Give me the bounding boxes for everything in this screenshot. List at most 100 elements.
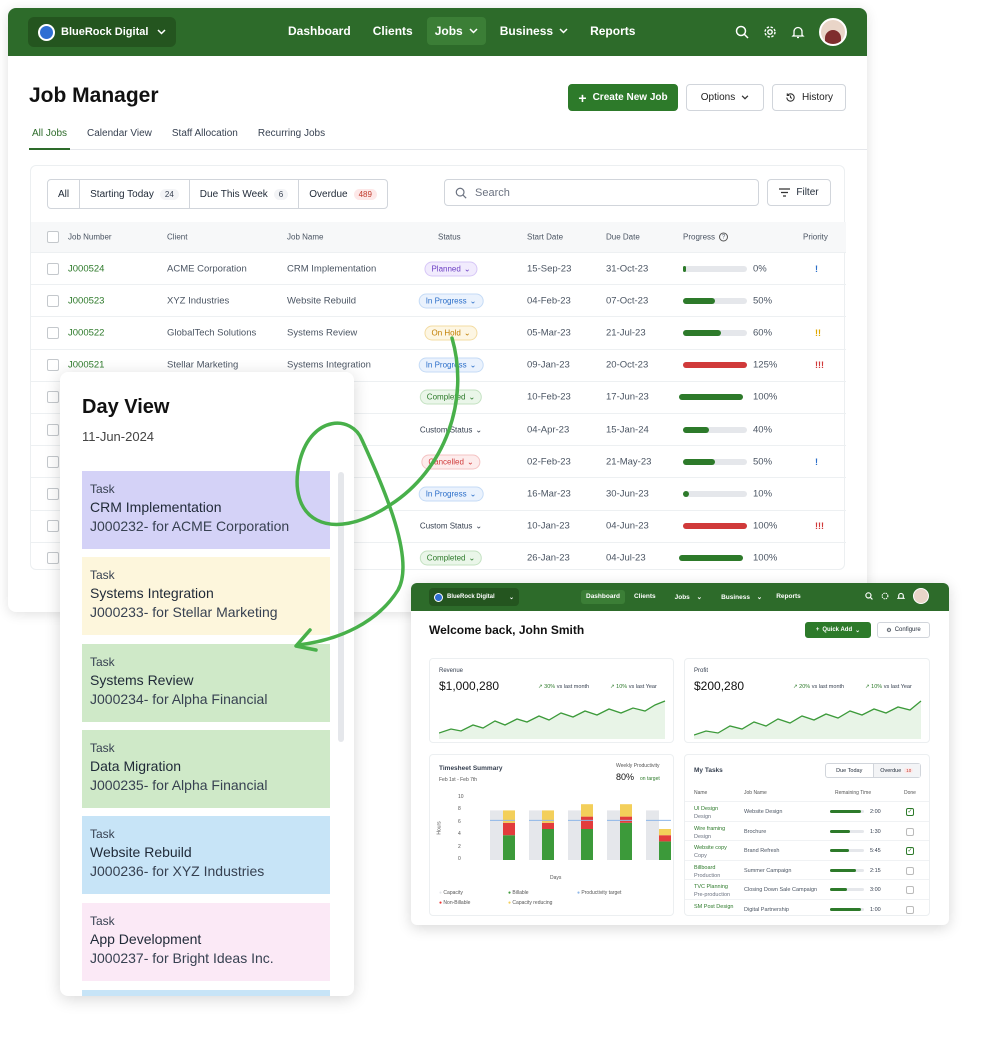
options-button[interactable]: Options (686, 84, 764, 111)
task-name[interactable]: TVC Planning Pre-production (694, 883, 730, 899)
status-dropdown[interactable]: In Progress ⌄ (418, 486, 484, 502)
nav-reports[interactable]: Reports (771, 590, 806, 604)
row-checkbox[interactable] (47, 487, 59, 500)
done-checkbox[interactable] (906, 886, 914, 895)
task-name[interactable]: SM Post Design (694, 903, 733, 911)
task-card[interactable]: Task CRM Implementation J000232- for ACM… (82, 471, 330, 549)
task-row[interactable]: TVC Planning Pre-production Closing Down … (685, 879, 929, 899)
row-checkbox[interactable] (47, 520, 59, 533)
org-switcher[interactable]: BlueRock Digital (28, 17, 176, 47)
nav-business[interactable]: Business ⌄ (711, 590, 767, 604)
task-row[interactable]: Website copy Copy Brand Refresh 5:45 ✓ (685, 840, 929, 860)
nav-reports[interactable]: Reports (582, 17, 643, 45)
row-checkbox[interactable] (47, 552, 59, 565)
status-dropdown[interactable]: On Hold ⌄ (424, 325, 478, 341)
nav-dashboard[interactable]: Dashboard (581, 590, 625, 604)
row-checkbox[interactable] (47, 359, 59, 372)
row-checkbox[interactable] (47, 294, 59, 307)
gear-icon[interactable] (881, 592, 889, 600)
task-card[interactable]: Task Website Rebuild J000236- for XYZ In… (82, 816, 330, 895)
task-card[interactable]: Task Data Migration J000235- for Alpha F… (82, 729, 330, 808)
gear-icon[interactable] (763, 25, 777, 39)
done-checkbox[interactable]: ✓ (906, 808, 914, 816)
col-start-date[interactable]: Start Date (527, 233, 563, 242)
task-row[interactable]: Billboard Production Summer Campaign 2:15 (685, 859, 929, 880)
tab-calendar-view[interactable]: Calendar View (84, 128, 155, 150)
status-dropdown[interactable]: Completed ⌄ (419, 550, 483, 566)
col-job-number[interactable]: Job Number (68, 233, 112, 242)
job-number-link[interactable]: J000524 (68, 263, 104, 274)
task-row[interactable]: SM Post Design Digital Partnership 1:00 (685, 899, 929, 915)
task-row[interactable]: UI Design Design Website Design 2:00 ✓ (685, 801, 929, 821)
day-view-panel: Day View 11-Jun-2024 Task CRM Implementa… (60, 372, 354, 996)
job-number-link[interactable]: J000523 (68, 295, 104, 306)
status-dropdown[interactable]: In Progress ⌄ (418, 293, 484, 309)
status-dropdown[interactable]: Planned ⌄ (424, 261, 478, 276)
nav-jobs[interactable]: Jobs ⌄ (665, 590, 707, 604)
task-name[interactable]: Wire framing Design (694, 825, 725, 841)
task-card-partial[interactable] (82, 990, 330, 996)
user-avatar[interactable] (913, 588, 929, 604)
org-switcher[interactable]: BlueRock Digital ⌄ (429, 588, 519, 606)
tab-all-jobs[interactable]: All Jobs (29, 128, 71, 150)
row-checkbox[interactable] (47, 391, 59, 404)
tab-recurring-jobs[interactable]: Recurring Jobs (255, 128, 328, 150)
status-dropdown[interactable]: Custom Status ⌄ (412, 422, 490, 437)
configure-button[interactable]: ⚙ Configure (877, 622, 930, 638)
task-card[interactable]: Task Systems Review J000234- for Alpha F… (82, 643, 330, 722)
bell-icon[interactable] (791, 25, 805, 39)
table-row[interactable]: J000522 GlobalTech Solutions Systems Rev… (31, 316, 846, 348)
nav-jobs[interactable]: Jobs (426, 17, 486, 45)
task-card[interactable]: Task Systems Integration J000233- for St… (82, 557, 330, 636)
col-priority[interactable]: Priority (803, 233, 828, 242)
task-card[interactable]: Task App Development J000237- for Bright… (82, 902, 330, 981)
nav-dashboard[interactable]: Dashboard (280, 17, 359, 45)
job-number-link[interactable]: J000522 (68, 327, 104, 338)
nav-clients[interactable]: Clients (629, 590, 661, 604)
user-avatar[interactable] (819, 18, 847, 46)
scrollbar[interactable] (338, 472, 344, 742)
search-icon[interactable] (735, 25, 749, 39)
tab-due-today[interactable]: Due Today (826, 764, 874, 777)
done-checkbox[interactable]: ✓ (906, 847, 914, 856)
row-checkbox[interactable] (47, 455, 59, 468)
task-name[interactable]: Billboard Production (694, 864, 720, 880)
table-row[interactable]: J000523 XYZ Industries Website Rebuild I… (31, 284, 846, 316)
history-button[interactable]: History (772, 84, 846, 111)
row-checkbox[interactable] (47, 262, 59, 275)
col-client[interactable]: Client (167, 233, 187, 242)
nav-business[interactable]: Business (492, 17, 576, 45)
quick-add-button[interactable]: + Quick Add ⌄ (805, 622, 871, 638)
search-icon[interactable] (865, 592, 873, 600)
task-row[interactable]: Wire framing Design Brochure 1:30 (685, 820, 929, 841)
table-row[interactable]: J000524 ACME Corporation CRM Implementat… (31, 252, 846, 284)
bell-icon[interactable] (897, 592, 905, 600)
tab-overdue[interactable]: Overdue 10 (873, 764, 920, 777)
task-name[interactable]: Website copy Copy (694, 844, 727, 860)
row-checkbox[interactable] (47, 326, 59, 339)
nav-clients[interactable]: Clients (365, 17, 421, 45)
col-job-name[interactable]: Job Name (287, 233, 323, 242)
status-dropdown[interactable]: Completed ⌄ (419, 389, 483, 405)
filter-button[interactable]: Filter (767, 179, 831, 206)
status-dropdown[interactable]: Cancelled ⌄ (421, 454, 481, 470)
create-new-job-button[interactable]: + Create New Job (568, 84, 678, 111)
job-number-link[interactable]: J000521 (68, 360, 104, 371)
select-all-checkbox[interactable] (47, 231, 59, 243)
done-checkbox[interactable] (906, 827, 914, 836)
tab-staff-allocation[interactable]: Staff Allocation (169, 128, 241, 150)
col-due-date[interactable]: Due Date (606, 233, 640, 242)
col-progress[interactable]: Progress? (683, 232, 729, 242)
filter-all[interactable]: All (48, 180, 81, 208)
status-dropdown[interactable]: Custom Status ⌄ (412, 518, 490, 534)
search-input[interactable]: Search (444, 179, 759, 206)
done-checkbox[interactable] (906, 866, 914, 875)
task-name[interactable]: UI Design Design (694, 805, 718, 821)
filter-due-this-week[interactable]: Due This Week 6 (190, 180, 300, 208)
filter-overdue[interactable]: Overdue 489 (299, 180, 387, 208)
row-checkbox[interactable] (47, 423, 59, 436)
status-dropdown[interactable]: In Progress ⌄ (418, 357, 484, 373)
filter-starting-today[interactable]: Starting Today 24 (80, 180, 190, 208)
done-checkbox[interactable] (906, 906, 914, 914)
col-status[interactable]: Status (438, 233, 461, 242)
